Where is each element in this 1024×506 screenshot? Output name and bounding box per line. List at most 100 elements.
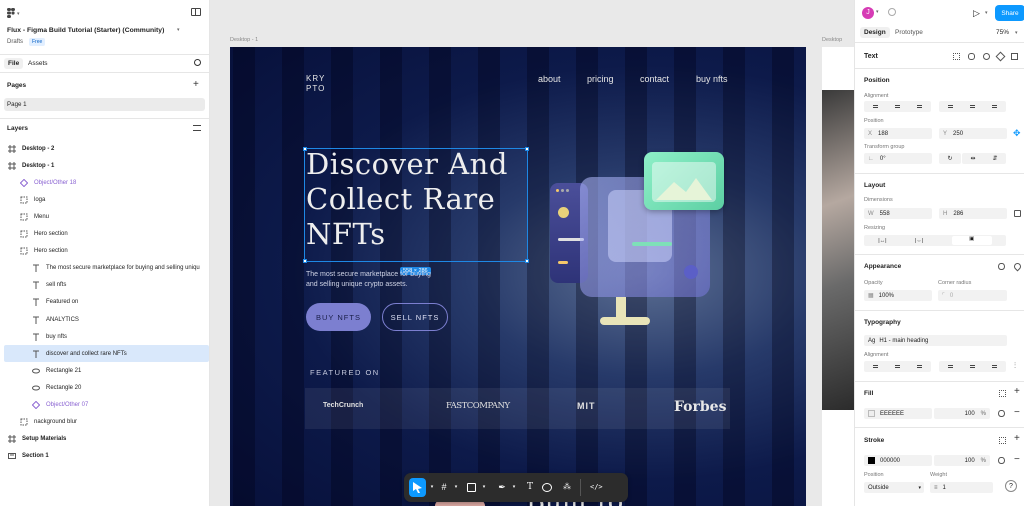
layer-item[interactable]: Rectangle 20	[0, 379, 209, 396]
text-align-group[interactable]	[864, 361, 931, 372]
file-title[interactable]: Flux - Figma Build Tutorial (Starter) (C…	[7, 27, 164, 34]
file-location[interactable]: Drafts	[7, 39, 23, 45]
actions-icon[interactable]: ⁂	[561, 481, 573, 493]
layer-item[interactable]: loga	[0, 191, 209, 208]
width-field[interactable]: W 558	[864, 208, 932, 219]
layer-item[interactable]: discover and collect rare NFTs	[4, 345, 209, 363]
present-icon[interactable]: ▷	[973, 8, 980, 19]
flip-group[interactable]: ⇹ ⇵	[962, 153, 1006, 164]
y-position-field[interactable]: Y 250	[939, 128, 1007, 139]
layer-item[interactable]: sell nfts	[0, 277, 209, 294]
tab-file[interactable]: File	[4, 58, 24, 69]
layer-item[interactable]: Section 1	[0, 448, 209, 465]
rectangle-tool-icon[interactable]	[467, 483, 476, 492]
type-settings-icon[interactable]: ⫶	[1014, 361, 1016, 371]
crop-icon[interactable]	[1011, 53, 1018, 60]
visibility-icon[interactable]	[998, 263, 1005, 270]
text-resizing-group[interactable]: |↔| |⇔| ▣	[864, 235, 1006, 246]
computer-illustration[interactable]	[548, 152, 724, 337]
layer-item[interactable]: Desktop - 2	[0, 140, 209, 157]
stroke-position-select[interactable]: Outside ▾	[864, 482, 924, 493]
chevron-down-icon[interactable]: ▾	[985, 10, 988, 16]
resize-handle[interactable]	[525, 259, 529, 263]
page-item[interactable]: Page 1	[4, 98, 205, 111]
visibility-icon[interactable]	[998, 457, 1005, 464]
chevron-down-icon[interactable]: ▾	[508, 481, 520, 493]
styles-icon[interactable]	[999, 437, 1006, 444]
layer-item[interactable]: Object/Other 18	[0, 174, 209, 191]
stroke-swatch[interactable]	[868, 457, 875, 464]
history-icon[interactable]	[888, 8, 896, 16]
chevron-down-icon[interactable]: ▾	[426, 481, 438, 493]
nav-pricing[interactable]: pricing	[587, 74, 614, 84]
chevron-down-icon[interactable]: ▾	[17, 11, 20, 17]
add-page-icon[interactable]: +	[193, 79, 199, 90]
desktop-frame[interactable]: KRY PTO about pricing contact buy nfts D…	[230, 47, 806, 506]
chevron-down-icon[interactable]: ▾	[450, 481, 462, 493]
remove-fill-icon[interactable]: −	[1014, 407, 1020, 418]
layer-item[interactable]: Rectangle 21	[0, 362, 209, 379]
buy-nfts-button[interactable]: BUY NFTS	[306, 303, 371, 331]
add-fill-icon[interactable]: +	[1014, 386, 1020, 397]
resize-handle[interactable]	[303, 259, 307, 263]
height-field[interactable]: H 286	[939, 208, 1007, 219]
canvas[interactable]: Desktop - 1 Desktop KRY PTO about pricin…	[210, 0, 854, 506]
avatar[interactable]: J	[862, 7, 874, 19]
tab-prototype[interactable]: Prototype	[895, 29, 923, 36]
frame-label-2[interactable]: Desktop	[822, 37, 842, 43]
rotation-field[interactable]: ∟ 0°	[864, 153, 932, 164]
chevron-down-icon[interactable]: ▾	[177, 27, 180, 33]
layer-item[interactable]: The most secure marketplace for buying a…	[0, 260, 209, 277]
nav-contact[interactable]: contact	[640, 74, 669, 84]
fill-opacity-field[interactable]: 100%	[934, 408, 990, 419]
layers-options-icon[interactable]	[193, 125, 201, 131]
visibility-icon[interactable]	[998, 410, 1005, 417]
styles-icon[interactable]	[999, 390, 1006, 397]
frame-label[interactable]: Desktop - 1	[230, 37, 258, 43]
constraints-icon[interactable]: ✥	[1013, 128, 1021, 139]
component-icon[interactable]	[983, 53, 990, 60]
blend-icon[interactable]	[1012, 261, 1023, 272]
resize-handle[interactable]	[525, 147, 529, 151]
layer-item[interactable]: Hero section	[0, 226, 209, 243]
sidebar-toggle-icon[interactable]	[191, 8, 201, 16]
remove-stroke-icon[interactable]: −	[1014, 454, 1020, 465]
hero-subtext[interactable]: The most secure marketplace for buying a…	[306, 270, 431, 290]
figma-menu-icon[interactable]	[7, 8, 15, 18]
layer-item[interactable]: Hero section	[0, 243, 209, 260]
stroke-color-field[interactable]: 000000	[864, 455, 932, 466]
layer-item[interactable]: Featured on	[0, 294, 209, 311]
stroke-weight-field[interactable]: ≡ 1	[930, 482, 993, 493]
help-icon[interactable]: ?	[1005, 480, 1017, 492]
rotate-button[interactable]: ↻	[939, 153, 961, 164]
horizontal-align-group[interactable]	[864, 101, 931, 112]
tab-assets[interactable]: Assets	[28, 60, 48, 67]
dev-mode-icon[interactable]: </>	[590, 481, 603, 493]
vertical-align-group[interactable]	[939, 101, 1006, 112]
layer-item[interactable]: buy nfts	[0, 328, 209, 345]
pen-tool-icon[interactable]: ✒	[496, 481, 508, 493]
resize-to-fit-icon[interactable]	[1014, 210, 1021, 217]
stroke-opacity-field[interactable]: 100%	[934, 455, 990, 466]
add-stroke-icon[interactable]: +	[1014, 433, 1020, 444]
fill-color-field[interactable]: EEEEEE	[864, 408, 932, 419]
layer-item[interactable]: Setup Materials	[0, 431, 209, 448]
search-icon[interactable]	[194, 59, 201, 66]
chevron-down-icon[interactable]: ▾	[1015, 30, 1018, 36]
move-tool-button[interactable]	[409, 478, 426, 497]
chevron-down-icon[interactable]: ▾	[478, 481, 490, 493]
text-tool-icon[interactable]: T	[524, 481, 536, 493]
layer-item[interactable]: Menu	[0, 208, 209, 225]
resize-handle[interactable]	[303, 147, 307, 151]
layer-item[interactable]: Desktop - 1	[0, 157, 209, 174]
sell-nfts-button[interactable]: SELL NFTS	[382, 303, 448, 331]
layer-item[interactable]: ANALYTICS	[0, 311, 209, 328]
layer-item[interactable]: nackground blur	[0, 414, 209, 431]
text-valign-group[interactable]	[939, 361, 1006, 372]
tab-design[interactable]: Design	[860, 27, 890, 38]
x-position-field[interactable]: X 188	[864, 128, 932, 139]
corner-radius-field[interactable]: ⌜ 0	[938, 290, 1007, 301]
nav-about[interactable]: about	[538, 74, 561, 84]
share-button[interactable]: Share	[995, 5, 1024, 21]
layer-item[interactable]: Object/Other 07	[0, 397, 209, 414]
